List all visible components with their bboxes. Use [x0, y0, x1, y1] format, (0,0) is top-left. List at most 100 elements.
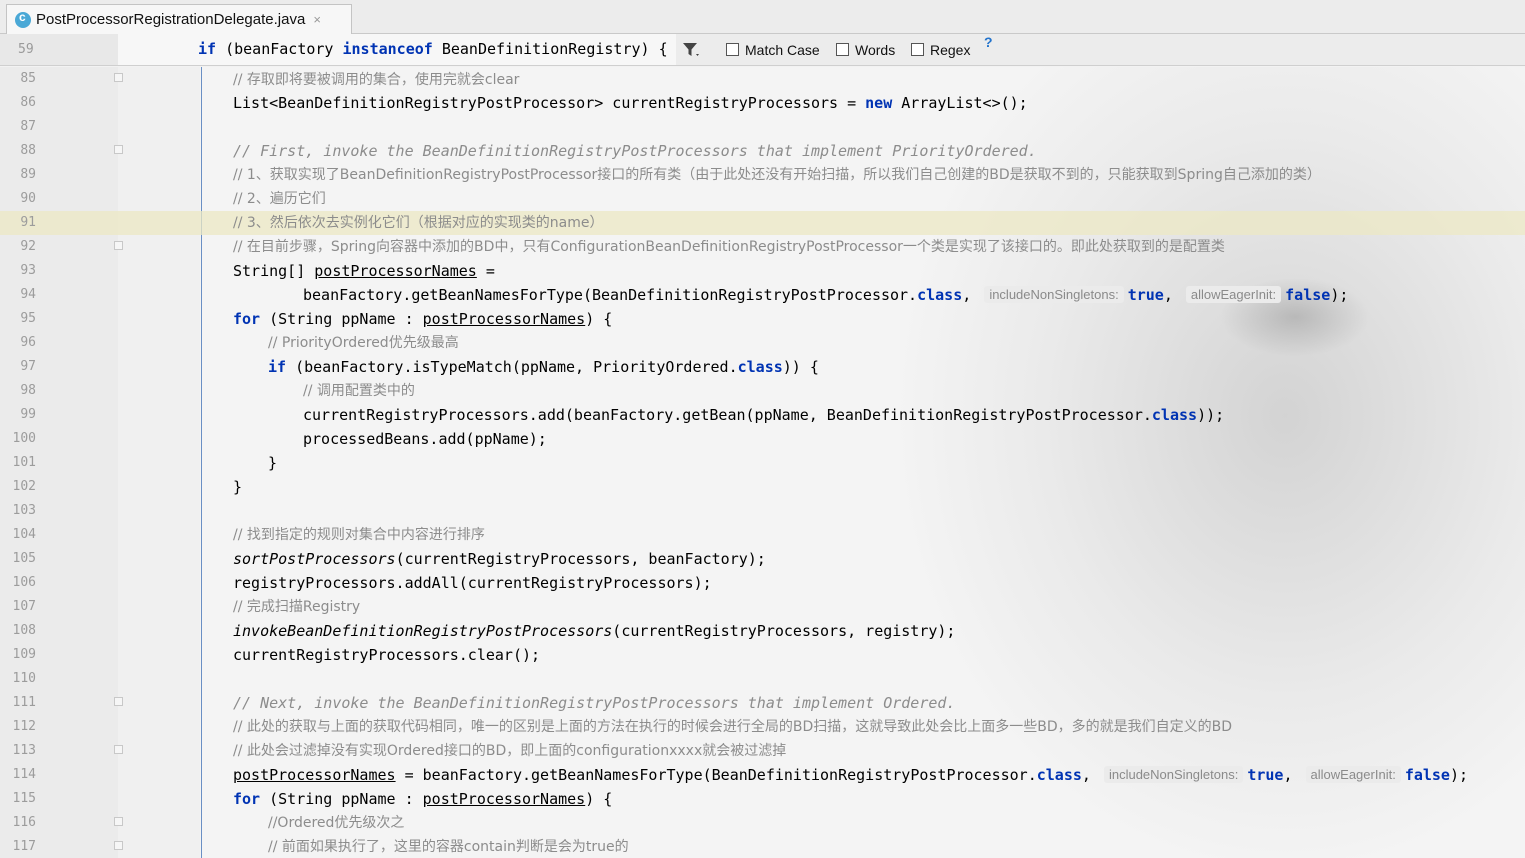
fold-marker-icon[interactable]: [114, 841, 123, 850]
line-number: 92: [20, 239, 36, 254]
code-text: String[] postProcessorNames =: [233, 262, 495, 280]
line-number: 96: [20, 335, 36, 350]
search-bar: 59 if (beanFactory instanceof BeanDefini…: [0, 34, 1525, 66]
checkbox-box[interactable]: [726, 43, 739, 56]
code-line[interactable]: 105 sortPostProcessors(currentRegistryPro…: [0, 547, 1525, 571]
comment: //Ordered优先级次之: [268, 815, 405, 831]
comment: // 1、获取实现了BeanDefinitionRegistryPostProc…: [233, 167, 1321, 183]
code-line[interactable]: 85 // 存取即将要被调用的集合，使用完就会clear: [0, 67, 1525, 91]
line-number: 116: [12, 815, 36, 830]
filter-icon[interactable]: [682, 41, 702, 59]
line-number: 103: [12, 503, 36, 518]
fold-marker-icon[interactable]: [114, 73, 123, 82]
code-text: for (String ppName : postProcessorNames)…: [233, 310, 613, 328]
code-line[interactable]: 93 String[] postProcessorNames =: [0, 259, 1525, 283]
help-icon[interactable]: ?: [984, 34, 993, 65]
code-line[interactable]: 97 if (beanFactory.isTypeMatch(ppName, Pr…: [0, 355, 1525, 379]
code-line[interactable]: 94 beanFactory.getBeanNamesForType(BeanDe…: [0, 283, 1525, 307]
regex-label: Regex: [930, 41, 971, 58]
line-number: 111: [12, 695, 36, 710]
line-number: 115: [12, 791, 36, 806]
editor-tab-bar: PostProcessorRegistrationDelegate.java ×: [0, 0, 1525, 34]
code-line[interactable]: 111 // Next, invoke the BeanDefinitionReg…: [0, 691, 1525, 715]
code-text: currentRegistryProcessors.add(beanFactor…: [303, 406, 1225, 424]
code-line[interactable]: 113 // 此处会过滤掉没有实现Ordered接口的BD，即上面的configu…: [0, 739, 1525, 763]
line-number: 93: [20, 263, 36, 278]
code-line[interactable]: 102}: [0, 475, 1525, 499]
line-number: 101: [12, 455, 36, 470]
line-number: 108: [12, 623, 36, 638]
code-line[interactable]: 89 // 1、获取实现了BeanDefinitionRegistryPostPr…: [0, 163, 1525, 187]
fold-marker-icon[interactable]: [114, 817, 123, 826]
regex-checkbox[interactable]: Regex: [911, 34, 970, 65]
line-number: 91: [20, 215, 36, 230]
line-number: 114: [12, 767, 36, 782]
code-line[interactable]: 107 // 完成扫描Registry: [0, 595, 1525, 619]
line-number: 87: [20, 119, 36, 134]
code-text: postProcessorNames = beanFactory.getBean…: [233, 766, 1469, 784]
line-number: 97: [20, 359, 36, 374]
line-number: 99: [20, 407, 36, 422]
code-line[interactable]: 116 //Ordered优先级次之: [0, 811, 1525, 835]
comment: // 完成扫描Registry: [233, 599, 361, 615]
line-number: 98: [20, 383, 36, 398]
file-tab[interactable]: PostProcessorRegistrationDelegate.java ×: [6, 4, 352, 34]
code-line[interactable]: 110: [0, 667, 1525, 691]
code-text: beanFactory.getBeanNamesForType(BeanDefi…: [303, 286, 1349, 304]
fold-marker-icon[interactable]: [114, 697, 123, 706]
code-line[interactable]: 90 // 2、遍历它们: [0, 187, 1525, 211]
code-text: registryProcessors.addAll(currentRegistr…: [233, 574, 712, 592]
close-icon[interactable]: ×: [313, 12, 321, 27]
line-number: 113: [12, 743, 36, 758]
code-editor[interactable]: 85 // 存取即将要被调用的集合，使用完就会clear 86 List<BeanD…: [0, 67, 1525, 858]
code-text: sortPostProcessors(currentRegistryProces…: [233, 550, 766, 568]
comment: // 调用配置类中的: [303, 383, 415, 399]
code-line[interactable]: 114 postProcessorNames = beanFactory.getB…: [0, 763, 1525, 787]
code-line[interactable]: 108 invokeBeanDefinitionRegistryPostProce…: [0, 619, 1525, 643]
code-line[interactable]: 100 processedBeans.add(ppName);: [0, 427, 1525, 451]
line-number: 89: [20, 167, 36, 182]
caret-line[interactable]: 91 // 3、然后依次去实例化它们（根据对应的实现类的name）: [0, 211, 1525, 235]
comment: // 3、然后依次去实例化它们（根据对应的实现类的name）: [233, 215, 604, 231]
fold-marker-icon[interactable]: [114, 145, 123, 154]
code-line[interactable]: 115 for (String ppName : postProcessorNam…: [0, 787, 1525, 811]
code-line[interactable]: 87: [0, 115, 1525, 139]
line-number: 95: [20, 311, 36, 326]
code-line[interactable]: 106 registryProcessors.addAll(currentRegi…: [0, 571, 1525, 595]
code-text: invokeBeanDefinitionRegistryPostProcesso…: [233, 622, 956, 640]
code-line[interactable]: 117 // 前面如果执行了，这里的容器contain判断是会为true的: [0, 835, 1525, 858]
comment: // 前面如果执行了，这里的容器contain判断是会为true的: [268, 839, 629, 855]
fold-marker-icon[interactable]: [114, 745, 123, 754]
code-line[interactable]: 86 List<BeanDefinitionRegistryPostProcess…: [0, 91, 1525, 115]
line-number: 102: [12, 479, 36, 494]
sticky-line-number: 59: [0, 34, 118, 65]
code-line[interactable]: 99 currentRegistryProcessors.add(beanFact…: [0, 403, 1525, 427]
code-line[interactable]: 104 // 找到指定的规则对集合中内容进行排序: [0, 523, 1525, 547]
code-text: }: [268, 454, 278, 472]
code-line[interactable]: 103: [0, 499, 1525, 523]
match-case-checkbox[interactable]: Match Case: [726, 34, 820, 65]
code-line[interactable]: 95 for (String ppName : postProcessorName…: [0, 307, 1525, 331]
code-line[interactable]: 88 // First, invoke the BeanDefinitionReg…: [0, 139, 1525, 163]
code-line[interactable]: 96 // PriorityOrdered优先级最高: [0, 331, 1525, 355]
code-line[interactable]: 112 // 此处的获取与上面的获取代码相同，唯一的区别是上面的方法在执行的时候会…: [0, 715, 1525, 739]
code-line[interactable]: 92 // 在目前步骤，Spring向容器中添加的BD中，只有Configurat…: [0, 235, 1525, 259]
code-text: }: [233, 478, 243, 496]
line-number: 88: [20, 143, 36, 158]
code-text: for (String ppName : postProcessorNames)…: [233, 790, 613, 808]
line-number: 110: [12, 671, 36, 686]
sticky-code-line[interactable]: if (beanFactory instanceof BeanDefinitio…: [118, 34, 676, 65]
code-line[interactable]: 98 // 调用配置类中的: [0, 379, 1525, 403]
comment: // 找到指定的规则对集合中内容进行排序: [233, 527, 485, 543]
code-line[interactable]: 109 currentRegistryProcessors.clear();: [0, 643, 1525, 667]
code-text: if (beanFactory.isTypeMatch(ppName, Prio…: [268, 358, 819, 376]
words-checkbox[interactable]: Words: [836, 34, 895, 65]
code-line[interactable]: 101}: [0, 451, 1525, 475]
checkbox-box[interactable]: [836, 43, 849, 56]
parameter-hint: includeNonSingletons:: [984, 286, 1124, 303]
fold-marker-icon[interactable]: [114, 241, 123, 250]
line-number: 105: [12, 551, 36, 566]
checkbox-box[interactable]: [911, 43, 924, 56]
code-text: List<BeanDefinitionRegistryPostProcessor…: [233, 94, 1028, 112]
comment: // Next, invoke the BeanDefinitionRegist…: [233, 694, 956, 712]
